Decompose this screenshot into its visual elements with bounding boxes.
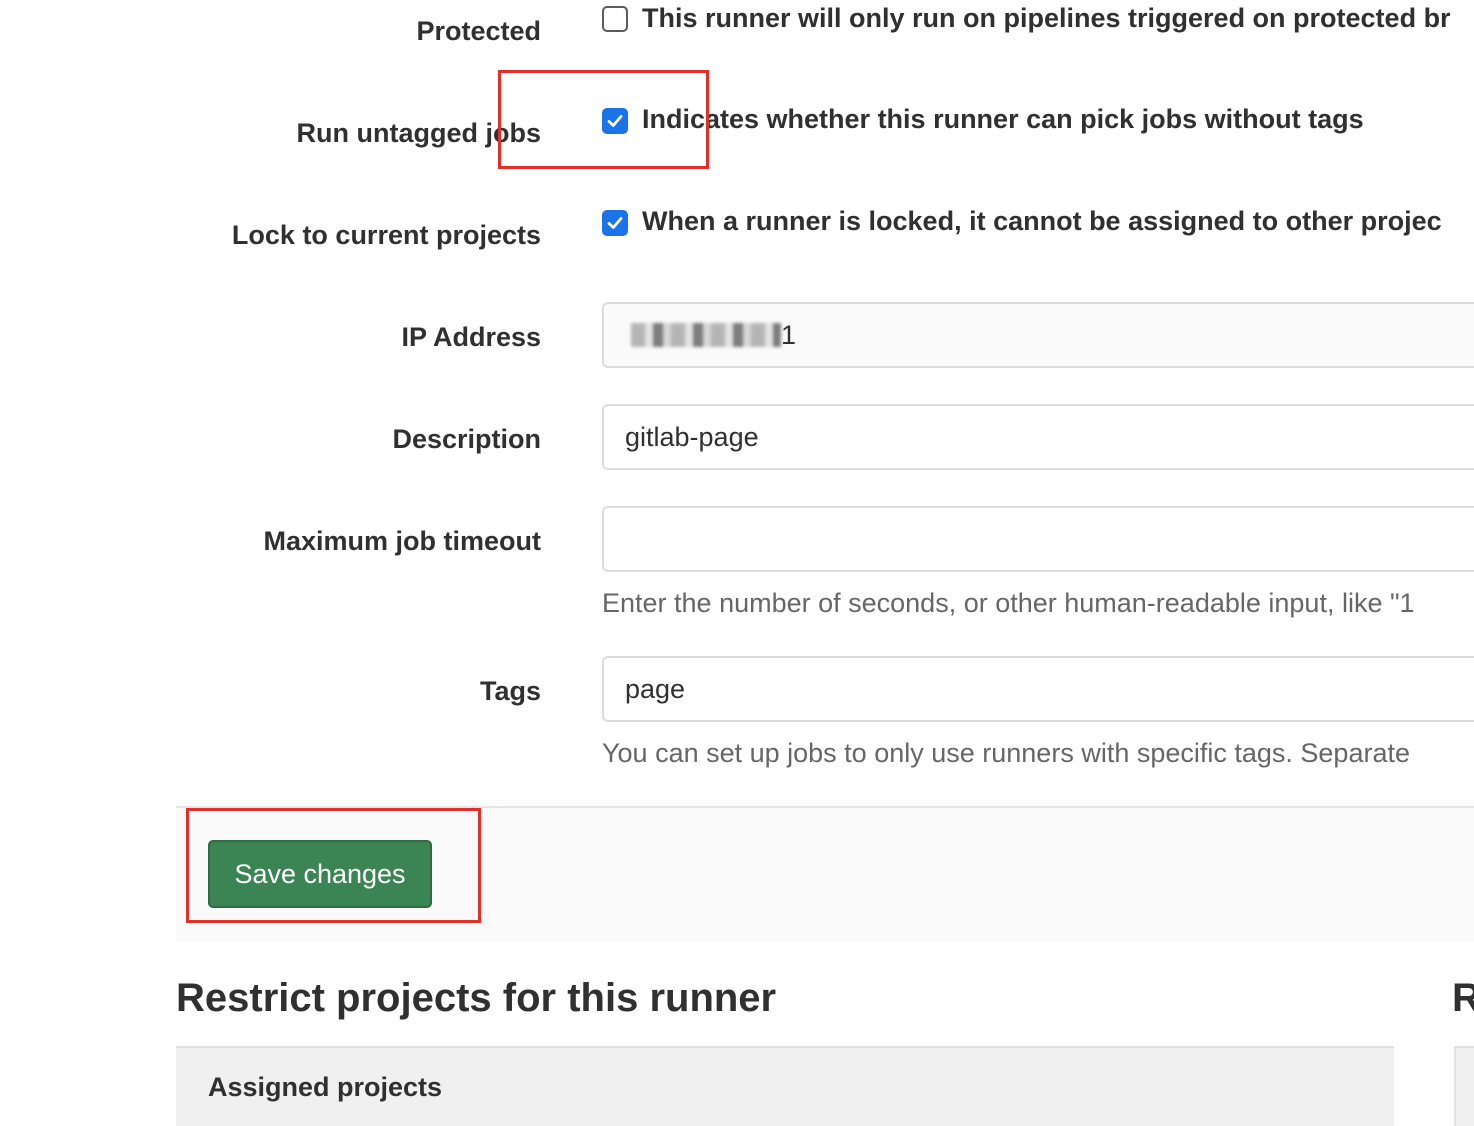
tags-value: page	[625, 673, 686, 704]
checkmark-icon	[607, 217, 623, 229]
protected-label: Protected	[416, 16, 541, 46]
restrict-projects-title: Restrict projects for this runner	[176, 976, 777, 1020]
protected-checkbox[interactable]	[602, 6, 628, 32]
max-timeout-label: Maximum job timeout	[263, 526, 541, 556]
protected-description: This runner will only run on pipelines t…	[642, 3, 1451, 33]
max-timeout-help: Enter the number of seconds, or other hu…	[602, 588, 1415, 618]
lock-projects-checkbox[interactable]	[602, 210, 628, 236]
highlight-save-button	[186, 808, 481, 923]
tags-label: Tags	[479, 676, 541, 706]
ip-address-label: IP Address	[401, 322, 541, 352]
description-value: gitlab-page	[625, 421, 759, 452]
lock-projects-label: Lock to current projects	[231, 220, 541, 250]
right-panel-header	[1454, 1046, 1474, 1126]
highlight-run-untagged-checkbox	[498, 70, 709, 169]
tags-input[interactable]: page	[602, 656, 1474, 722]
description-input[interactable]: gitlab-page	[602, 404, 1474, 470]
runner-settings-page: Protected This runner will only run on p…	[0, 0, 1474, 1126]
tags-help: You can set up jobs to only use runners …	[602, 738, 1410, 768]
ip-address-visible-suffix: 1	[781, 319, 797, 350]
ip-address-field[interactable]: 1	[602, 302, 1474, 368]
redacted-ip	[631, 323, 781, 347]
lock-projects-description: When a runner is locked, it cannot be as…	[642, 206, 1442, 236]
assigned-projects-header: Assigned projects	[208, 1072, 443, 1102]
max-timeout-input[interactable]	[602, 506, 1474, 572]
description-label: Description	[392, 424, 541, 454]
run-untagged-description: Indicates whether this runner can pick j…	[642, 104, 1364, 134]
right-section-title-fragment: R	[1452, 976, 1474, 1020]
assigned-projects-panel: Assigned projects	[176, 1046, 1394, 1126]
